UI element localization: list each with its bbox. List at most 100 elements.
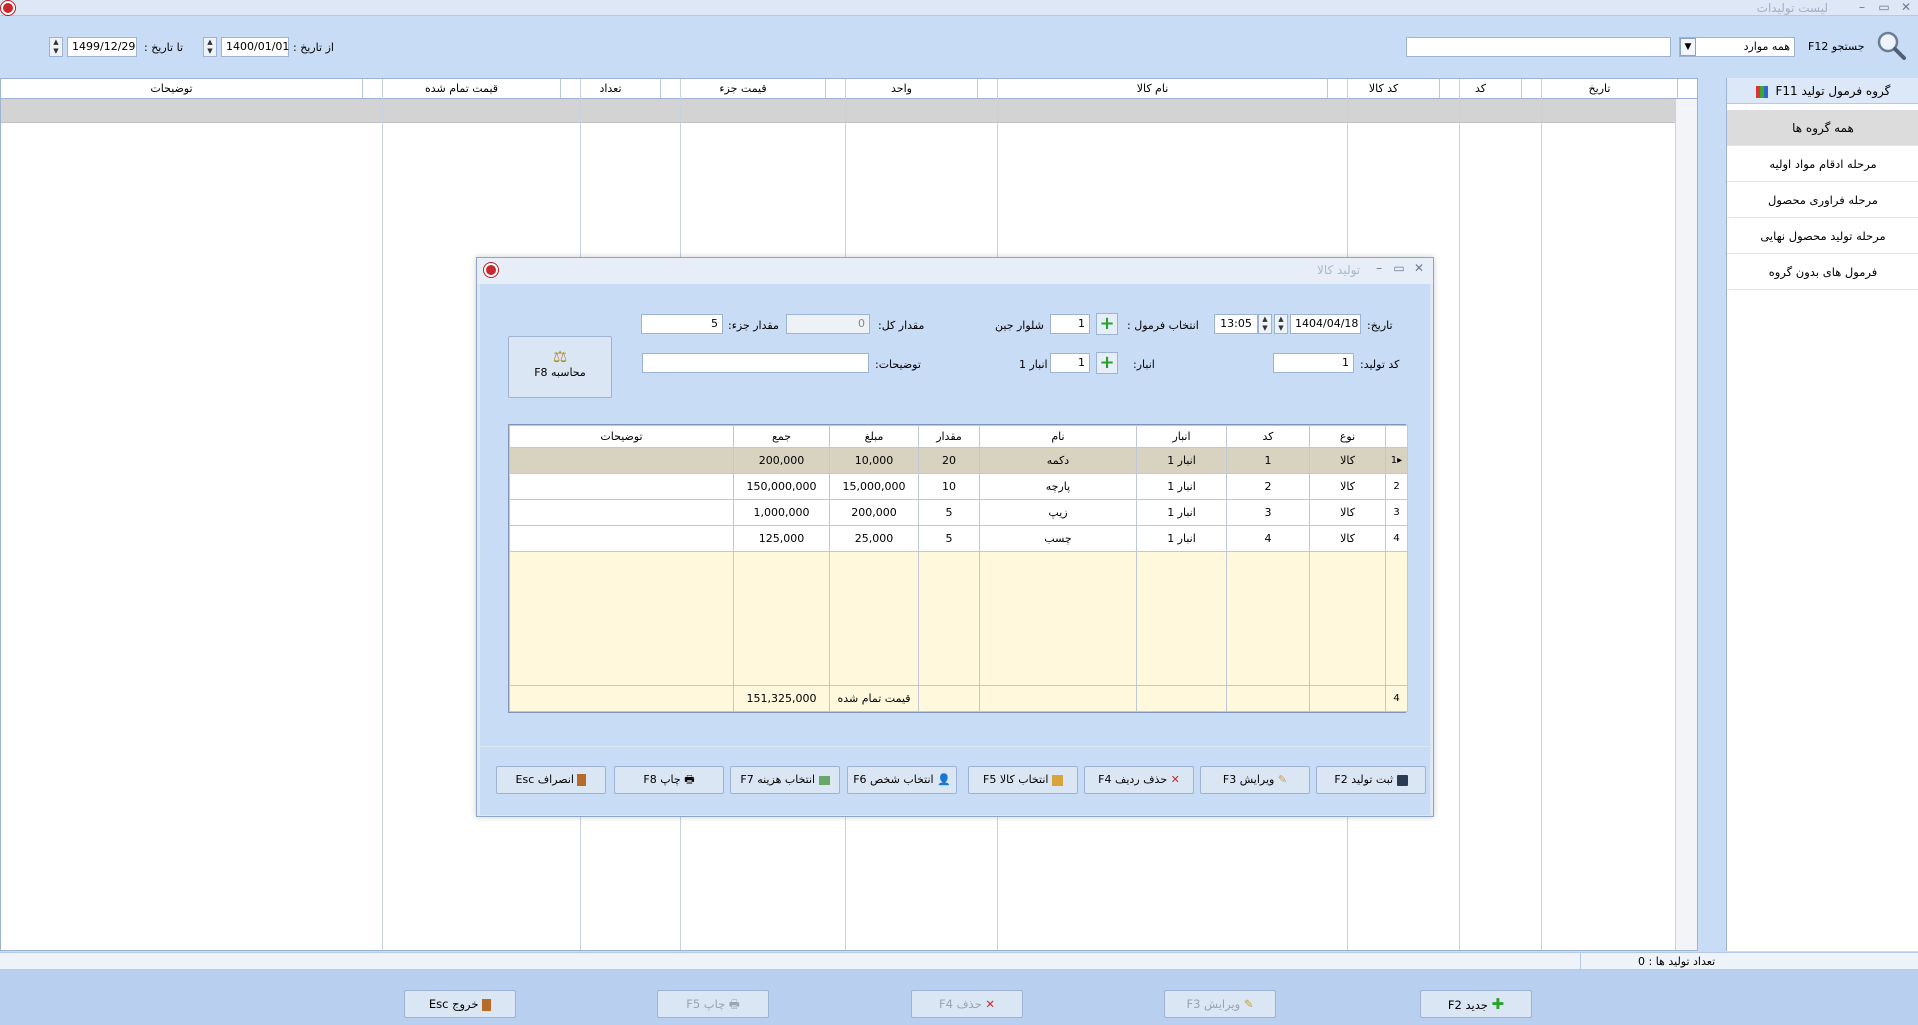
dialog-print-button[interactable]: 🖶 چاپ F8	[614, 766, 724, 794]
cell-store[interactable]: انبار 1	[1136, 447, 1227, 474]
cell-qty[interactable]: 20	[918, 447, 980, 474]
exit-button[interactable]: خروج Esc	[404, 990, 516, 1018]
cell-name[interactable]: دکمه	[979, 447, 1137, 474]
calculate-button[interactable]: ⚖ محاسبه F8	[508, 336, 612, 398]
cell-store[interactable]: انبار 1	[1136, 499, 1227, 526]
to-date-spinner[interactable]: ▲ ▼	[49, 37, 63, 57]
th-sum[interactable]: جمع	[733, 425, 830, 448]
col-goods-name[interactable]: نام کالا	[977, 79, 1327, 98]
col-unit-price[interactable]: قیمت جزء	[660, 79, 825, 98]
dialog-close-icon[interactable]: ✕	[1409, 261, 1429, 277]
cell-name[interactable]: چسب	[979, 525, 1137, 552]
cell-type[interactable]: کالا	[1309, 473, 1386, 500]
cell-price[interactable]: 25,000	[829, 525, 919, 552]
time-field[interactable]: 13:05	[1214, 314, 1258, 334]
sidebar-item-no-group[interactable]: فرمول های بدون گروه	[1727, 254, 1918, 290]
add-formula-plus-icon[interactable]: +	[1096, 313, 1118, 335]
select-cost-button[interactable]: انتخاب هزینه F7	[730, 766, 840, 794]
th-store[interactable]: انبار	[1136, 425, 1227, 448]
from-date-spinner[interactable]: ▲ ▼	[203, 37, 217, 57]
table-row[interactable]: 3 کالا 3 انبار 1 زیپ 5 200,000 1,000,000	[509, 499, 1408, 526]
cell-qty[interactable]: 5	[918, 525, 980, 552]
col-code[interactable]: کد	[1439, 79, 1521, 98]
cell-sum[interactable]: 125,000	[733, 525, 830, 552]
delete-row-button[interactable]: ✕ حذف ردیف F4	[1084, 766, 1194, 794]
search-filter-combo[interactable]: همه موارد	[1679, 37, 1795, 57]
cell-price[interactable]: 10,000	[829, 447, 919, 474]
cell-price[interactable]: 15,000,000	[829, 473, 919, 500]
cell-store[interactable]: انبار 1	[1136, 473, 1227, 500]
part-qty-field[interactable]: 5	[641, 314, 723, 334]
cell-desc[interactable]	[509, 473, 734, 500]
delete-button[interactable]: ✕ حذف F4	[911, 990, 1023, 1018]
col-date[interactable]: تاریخ	[1521, 79, 1677, 98]
th-qty[interactable]: مقدار	[918, 425, 980, 448]
cell-qty[interactable]: 10	[918, 473, 980, 500]
store-code-field[interactable]: 1	[1050, 353, 1090, 373]
cell-code[interactable]: 2	[1226, 473, 1310, 500]
prod-code-field[interactable]: 1	[1273, 353, 1354, 373]
dialog-maximize-icon[interactable]: ▭	[1389, 261, 1409, 277]
cell-name[interactable]: زیپ	[979, 499, 1137, 526]
cell-type[interactable]: کالا	[1309, 499, 1386, 526]
cell-sum[interactable]: 150,000,000	[733, 473, 830, 500]
col-final-price[interactable]: قیمت تمام شده	[362, 79, 560, 98]
formula-code-field[interactable]: 1	[1050, 314, 1090, 334]
cell-sum[interactable]: 1,000,000	[733, 499, 830, 526]
cell-sum[interactable]: 200,000	[733, 447, 830, 474]
to-date-field[interactable]: 1499/12/29	[67, 37, 137, 57]
new-button[interactable]: ✚ جدید F2	[1420, 990, 1532, 1018]
cell-price[interactable]: 200,000	[829, 499, 919, 526]
search-icon[interactable]	[1876, 30, 1906, 60]
sidebar-header[interactable]: گروه فرمول تولید F11	[1727, 78, 1918, 104]
cell-code[interactable]: 4	[1226, 525, 1310, 552]
col-count[interactable]: تعداد	[560, 79, 660, 98]
date-field[interactable]: 1404/04/18	[1290, 314, 1361, 334]
sidebar-item-final-product[interactable]: مرحله تولید محصول نهایی	[1727, 218, 1918, 254]
print-button[interactable]: 🖶 چاپ F5	[657, 990, 769, 1018]
cell-code[interactable]: 3	[1226, 499, 1310, 526]
edit-button[interactable]: ✎ ویرایش F3	[1164, 990, 1276, 1018]
cell-type[interactable]: کالا	[1309, 447, 1386, 474]
select-person-button[interactable]: 👤 انتخاب شخص F6	[847, 766, 957, 794]
cell-type[interactable]: کالا	[1309, 525, 1386, 552]
maximize-icon[interactable]: ▭	[1874, 0, 1894, 16]
select-goods-button[interactable]: انتخاب کالا F5	[968, 766, 1078, 794]
th-price[interactable]: مبلغ	[829, 425, 919, 448]
sidebar-item-processing[interactable]: مرحله فراوری محصول	[1727, 182, 1918, 218]
th-name[interactable]: نام	[979, 425, 1137, 448]
cell-desc[interactable]	[509, 525, 734, 552]
dialog-edit-button[interactable]: ✎ ویرایش F3	[1200, 766, 1310, 794]
sidebar-item-raw-mix[interactable]: مرحله ادقام مواد اولیه	[1727, 146, 1918, 182]
col-unit[interactable]: واحد	[825, 79, 977, 98]
materials-table[interactable]: نوع کد انبار نام مقدار مبلغ جمع توضیحات …	[508, 424, 1408, 713]
time-spinner[interactable]: ▲ ▼	[1258, 314, 1272, 334]
col-description[interactable]: توضیحات	[1, 79, 362, 98]
th-desc[interactable]: توضیحات	[509, 425, 734, 448]
minimize-icon[interactable]: –	[1852, 0, 1872, 16]
cell-desc[interactable]	[509, 499, 734, 526]
save-production-button[interactable]: ثبت تولید F2	[1316, 766, 1426, 794]
dialog-minimize-icon[interactable]: –	[1369, 261, 1389, 277]
cell-code[interactable]: 1	[1226, 447, 1310, 474]
grid-selected-row[interactable]	[1, 99, 1697, 123]
date-spinner[interactable]: ▲ ▼	[1274, 314, 1288, 334]
add-store-plus-icon[interactable]: +	[1096, 352, 1118, 374]
table-row[interactable]: ▸1 کالا 1 انبار 1 دکمه 20 10,000 200,000	[509, 447, 1408, 474]
sidebar-item-all-groups[interactable]: همه گروه ها	[1727, 110, 1918, 146]
search-input[interactable]	[1406, 37, 1671, 57]
cell-name[interactable]: پارچه	[979, 473, 1137, 500]
table-row[interactable]: 4 کالا 4 انبار 1 چسب 5 25,000 125,000	[509, 525, 1408, 552]
description-field[interactable]	[642, 353, 869, 373]
close-icon[interactable]: ✕	[1896, 0, 1916, 16]
th-code[interactable]: کد	[1226, 425, 1310, 448]
grid-scrollbar[interactable]	[1675, 99, 1697, 950]
table-row[interactable]: 2 کالا 2 انبار 1 پارچه 10 15,000,000 150…	[509, 473, 1408, 500]
col-goods-code[interactable]: کد کالا	[1327, 79, 1439, 98]
cell-desc[interactable]	[509, 447, 734, 474]
cell-store[interactable]: انبار 1	[1136, 525, 1227, 552]
from-date-field[interactable]: 1400/01/01	[221, 37, 289, 57]
th-type[interactable]: نوع	[1309, 425, 1386, 448]
cell-qty[interactable]: 5	[918, 499, 980, 526]
cancel-button[interactable]: انصراف Esc	[496, 766, 606, 794]
